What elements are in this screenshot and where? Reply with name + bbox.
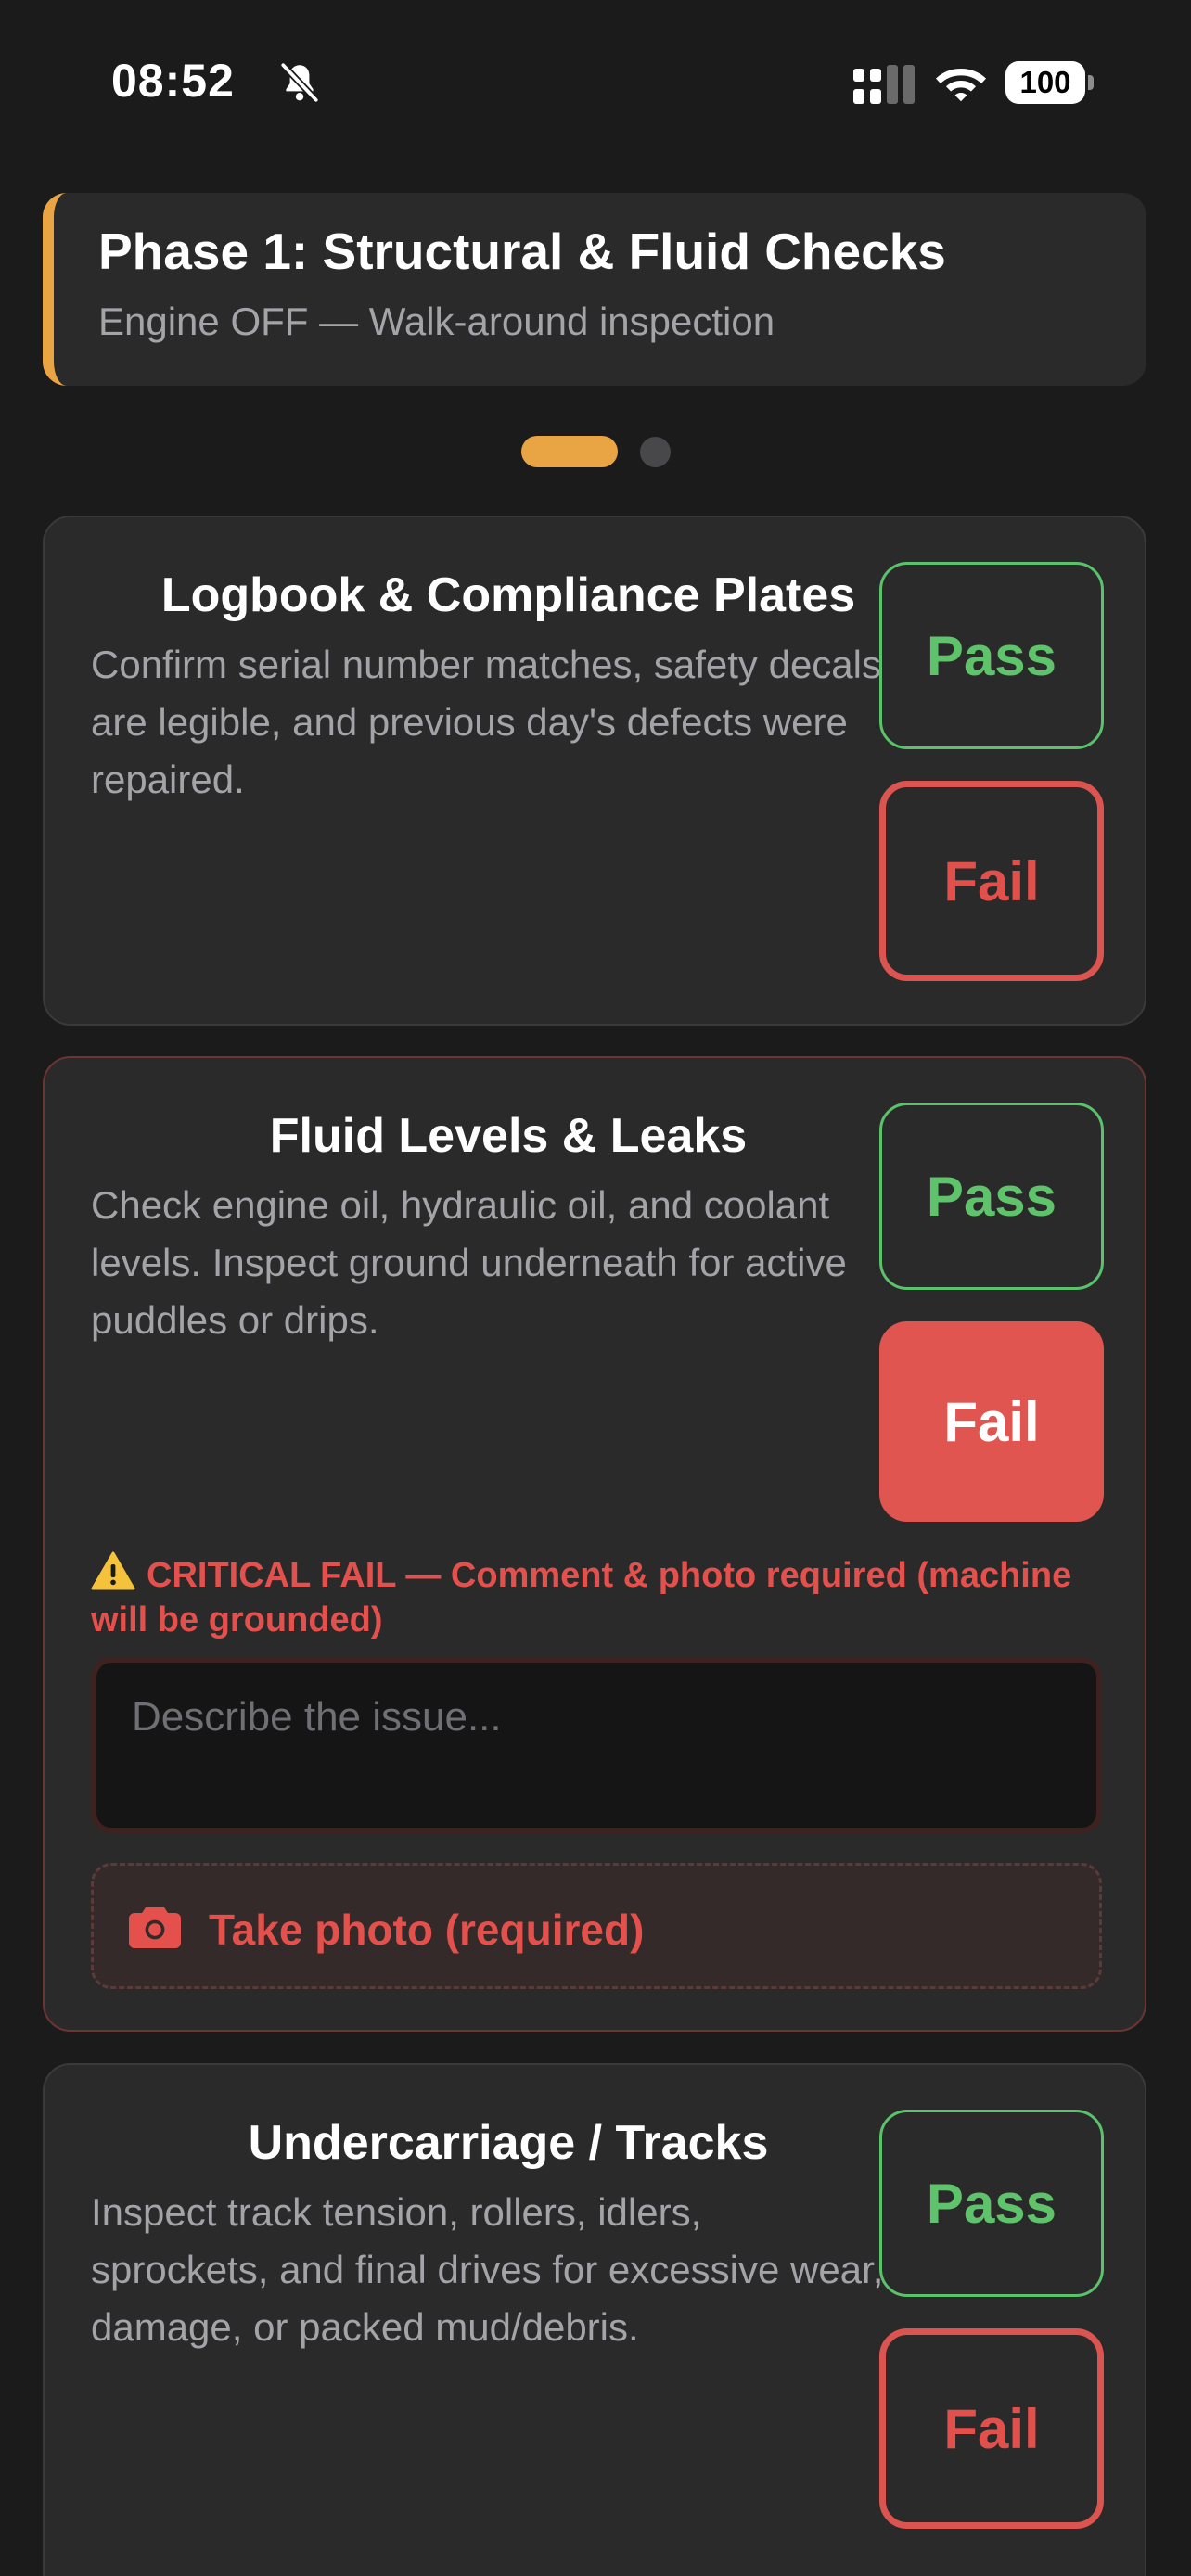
issue-comment-input[interactable] bbox=[91, 1657, 1102, 1833]
page-indicator bbox=[0, 436, 1191, 467]
check-title: Fluid Levels & Leaks bbox=[269, 1109, 748, 1163]
battery-level: 100 bbox=[1005, 61, 1085, 104]
pass-button[interactable]: Pass bbox=[879, 2110, 1104, 2297]
check-description: Confirm serial number matches, safety de… bbox=[91, 643, 881, 801]
checklist-screen: 08:52 100 Phase 1: Structural & Fluid Ch… bbox=[0, 0, 1191, 2576]
fail-button-selected[interactable]: Fail bbox=[879, 1321, 1104, 1522]
check-title: Logbook & Compliance Plates bbox=[160, 568, 856, 622]
page-dot[interactable] bbox=[640, 437, 671, 467]
bell-slash-icon bbox=[280, 62, 319, 103]
battery-icon: 100 bbox=[1005, 61, 1095, 104]
phase-title: Phase 1: Structural & Fluid Checks bbox=[98, 223, 946, 280]
check-card-logbook: Logbook & Compliance Plates Confirm seri… bbox=[43, 516, 1146, 1026]
check-description: Inspect track tension, rollers, idlers, … bbox=[91, 2190, 884, 2349]
wifi-icon bbox=[936, 69, 986, 102]
fail-button[interactable]: Fail bbox=[879, 781, 1104, 981]
fail-button[interactable]: Fail bbox=[879, 2328, 1104, 2529]
camera-icon bbox=[129, 1907, 181, 1948]
take-photo-button[interactable]: Take photo (required) bbox=[91, 1863, 1102, 1989]
pass-button[interactable]: Pass bbox=[879, 562, 1104, 749]
phase-header: Phase 1: Structural & Fluid Checks Engin… bbox=[43, 193, 1146, 386]
warning-icon bbox=[91, 1551, 135, 1590]
status-time: 08:52 bbox=[111, 55, 235, 107]
cellular-signal-icon bbox=[853, 65, 915, 104]
pass-button[interactable]: Pass bbox=[879, 1103, 1104, 1290]
status-bar: 08:52 100 bbox=[0, 0, 1191, 167]
take-photo-label: Take photo (required) bbox=[209, 1906, 645, 1954]
warning-text: CRITICAL FAIL — Comment & photo required… bbox=[91, 1556, 1072, 1639]
check-card-undercarriage: Undercarriage / Tracks Inspect track ten… bbox=[43, 2063, 1146, 2576]
critical-fail-warning: CRITICAL FAIL — Comment & photo required… bbox=[91, 1551, 1111, 1642]
check-card-fluid-levels: Fluid Levels & Leaks Check engine oil, h… bbox=[43, 1056, 1146, 2032]
check-description: Check engine oil, hydraulic oil, and coo… bbox=[91, 1183, 847, 1342]
page-dot-active[interactable] bbox=[521, 436, 618, 467]
phase-subtitle: Engine OFF — Walk-around inspection bbox=[98, 300, 775, 343]
check-title: Undercarriage / Tracks bbox=[248, 2116, 769, 2170]
